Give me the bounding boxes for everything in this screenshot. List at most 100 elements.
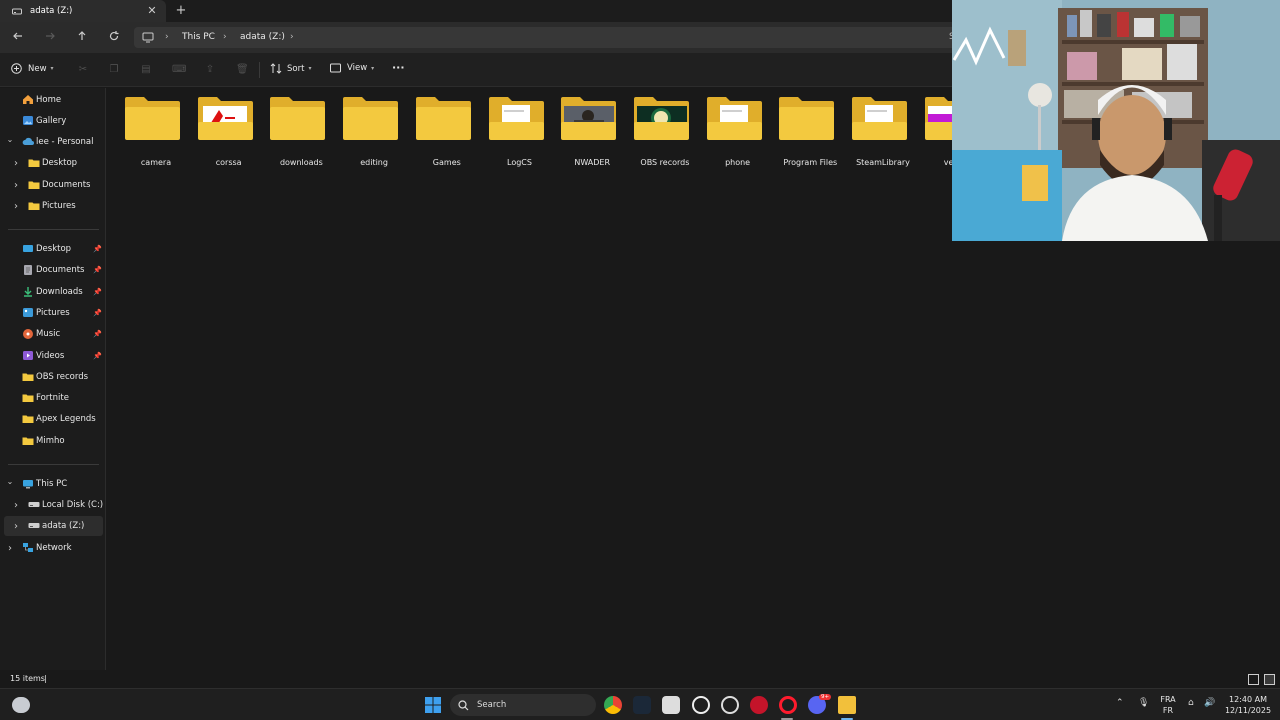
breadcrumb-this-pc[interactable]: This PC xyxy=(182,31,215,44)
documents-icon xyxy=(22,264,34,276)
chevron-right-icon[interactable]: › xyxy=(12,158,20,169)
cut-icon[interactable]: ✂ xyxy=(77,64,89,76)
sidebar-item[interactable]: Apex Legends xyxy=(0,409,104,429)
obs-icon[interactable] xyxy=(721,696,739,714)
chevron-right-icon[interactable]: › xyxy=(12,201,20,212)
forward-button[interactable] xyxy=(42,30,58,46)
snipping-tool-icon[interactable] xyxy=(662,696,680,714)
file-explorer-icon[interactable] xyxy=(838,696,856,714)
weather-widget-icon[interactable] xyxy=(12,697,30,713)
pin-icon: 📌 xyxy=(93,287,102,296)
chatgpt-icon[interactable] xyxy=(692,696,710,714)
folder-item[interactable]: NWADER xyxy=(557,96,627,167)
more-options-button[interactable]: ··· xyxy=(392,61,405,74)
chevron-right-icon[interactable]: › xyxy=(290,31,294,44)
folder-item[interactable]: SteamLibrary xyxy=(848,96,918,167)
folder-icon xyxy=(488,96,545,141)
sidebar-item[interactable]: › Documents xyxy=(0,175,104,195)
monitor-icon xyxy=(142,32,154,43)
chevron-right-icon[interactable]: › xyxy=(223,31,227,44)
sidebar-item[interactable]: Home xyxy=(0,90,104,110)
address-bar[interactable]: › This PC › adata (Z:) › xyxy=(134,27,952,48)
windows-start-icon[interactable] xyxy=(425,697,441,713)
opera-gx-icon[interactable] xyxy=(779,696,797,714)
sidebar-item-label: Gallery xyxy=(36,116,67,126)
sidebar-item-label: OBS records xyxy=(36,371,89,382)
folder-item[interactable]: camera xyxy=(121,96,191,167)
sidebar-item[interactable]: › Local Disk (C:) xyxy=(0,495,104,515)
paste-icon[interactable]: ▤ xyxy=(140,64,152,76)
details-view-button[interactable] xyxy=(1248,674,1259,685)
sidebar-item[interactable]: Downloads 📌 xyxy=(0,282,104,302)
folder-item[interactable]: corssa xyxy=(194,96,264,167)
sidebar-item-label: Apex Legends xyxy=(36,414,96,425)
rename-icon[interactable]: ⌨ xyxy=(172,64,186,76)
folder-name: LogCS xyxy=(507,158,532,167)
language-indicator[interactable]: FRA FR xyxy=(1158,694,1178,716)
folder-item[interactable]: downloads xyxy=(266,96,336,167)
refresh-button[interactable] xyxy=(106,30,122,46)
chevron-up-icon[interactable]: ⌃ xyxy=(1116,698,1124,708)
sidebar-item-label: Music xyxy=(36,329,61,340)
breadcrumb-adata[interactable]: adata (Z:) xyxy=(240,31,285,44)
folder-item[interactable]: OBS records xyxy=(630,96,700,167)
file-explorer-window: adata (Z:) ✕ + › This PC › adata (Z:) › … xyxy=(0,0,1280,720)
volume-icon[interactable]: 🔊 xyxy=(1204,698,1215,708)
sidebar-item[interactable]: Pictures 📌 xyxy=(0,303,104,323)
videos-icon xyxy=(22,350,34,360)
sidebar-item[interactable]: Videos 📌 xyxy=(0,346,104,366)
sidebar-item[interactable]: ⌄ This PC xyxy=(0,474,104,494)
sidebar-item[interactable]: › Desktop xyxy=(0,153,104,173)
valorant-icon[interactable] xyxy=(750,696,768,714)
view-button[interactable]: View ▾ xyxy=(330,63,374,73)
close-tab-icon[interactable]: ✕ xyxy=(146,4,158,18)
refresh-icon xyxy=(109,31,119,41)
folder-item[interactable]: phone xyxy=(703,96,773,167)
chevron-down-icon[interactable]: ⌄ xyxy=(6,135,14,144)
sidebar-item[interactable]: Gallery xyxy=(0,111,104,131)
lang-bottom: FR xyxy=(1162,706,1174,715)
sidebar-item[interactable]: Mimho xyxy=(0,431,104,451)
sidebar-item-label: Mimho xyxy=(36,435,65,446)
copy-icon[interactable]: ❐ xyxy=(108,64,120,76)
steam-icon[interactable] xyxy=(633,696,651,714)
chevron-down-icon[interactable]: ⌄ xyxy=(6,477,14,486)
tiles-view-button[interactable] xyxy=(1264,674,1275,685)
sidebar-item[interactable]: Music 📌 xyxy=(0,324,104,344)
network-status-icon[interactable]: ⌂ xyxy=(1188,698,1194,708)
chevron-right-icon[interactable]: › xyxy=(12,180,20,191)
webcam-feed-image xyxy=(952,0,1280,241)
sidebar-item[interactable]: OBS records xyxy=(0,367,104,387)
delete-icon[interactable]: 🗑 xyxy=(236,64,249,76)
microphone-icon[interactable]: 🎙 xyxy=(1138,698,1149,708)
clock[interactable]: 12:40 AM 12/11/2025 xyxy=(1222,694,1274,716)
share-icon[interactable]: ⇪ xyxy=(204,64,216,76)
pictures-icon xyxy=(22,307,34,317)
folder-item[interactable]: Games xyxy=(412,96,482,167)
new-button[interactable]: New ▾ xyxy=(11,63,54,74)
new-tab-button[interactable]: + xyxy=(174,3,188,19)
folder-item[interactable]: LogCS xyxy=(485,96,555,167)
up-button[interactable] xyxy=(74,30,90,46)
sidebar-item[interactable]: › Network xyxy=(0,538,104,558)
sidebar-item[interactable]: ⌄ lee - Personal xyxy=(0,132,104,152)
folder-name: downloads xyxy=(279,158,323,167)
chevron-right-icon[interactable]: › xyxy=(12,521,20,532)
sidebar-item[interactable]: Fortnite xyxy=(0,388,104,408)
chevron-right-icon[interactable]: › xyxy=(6,543,14,554)
sidebar-item[interactable]: › adata (Z:) xyxy=(4,516,103,536)
back-button[interactable] xyxy=(10,30,26,46)
chevron-right-icon[interactable]: › xyxy=(12,500,20,511)
folder-item[interactable]: Program Files xyxy=(775,96,845,167)
sidebar-item[interactable]: Documents 📌 xyxy=(0,260,104,280)
folder-item[interactable]: editing xyxy=(339,96,409,167)
folder-name: corssa xyxy=(215,158,242,167)
sidebar-item[interactable]: › Pictures xyxy=(0,196,104,216)
chrome-icon[interactable] xyxy=(604,696,622,714)
taskbar-search[interactable]: Search xyxy=(450,694,596,716)
sidebar-item[interactable]: Desktop 📌 xyxy=(0,239,104,259)
sidebar-item-label: Network xyxy=(36,543,72,553)
sort-button[interactable]: Sort ▾ xyxy=(270,63,311,74)
tab-adata[interactable]: adata (Z:) ✕ xyxy=(0,0,166,22)
pin-icon: 📌 xyxy=(93,245,102,253)
